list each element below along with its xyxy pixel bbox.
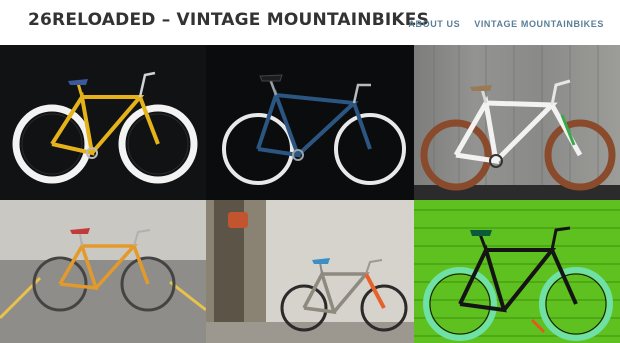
bike-gallery <box>0 45 620 343</box>
gallery-tile-white-bike[interactable] <box>414 45 620 200</box>
blue-bike-image <box>222 74 406 185</box>
gallery-tile-grey-bike[interactable] <box>206 200 414 343</box>
nav-vintage-mountainbikes[interactable]: VINTAGE MOUNTAINBIKES <box>474 19 604 29</box>
gallery-tile-black-bike[interactable] <box>414 200 620 343</box>
nav-about-us[interactable]: ABOUT US <box>408 19 460 29</box>
yellow-bike-image <box>12 71 198 184</box>
black-bike-image <box>414 209 620 341</box>
site-title[interactable]: 26RELOADED – VINTAGE MOUNTAINBIKES <box>28 10 429 30</box>
white-bike-image <box>414 45 620 200</box>
gallery-tile-blue-bike[interactable] <box>206 45 414 200</box>
grey-bike-image <box>206 200 414 343</box>
main-nav: ABOUT US VINTAGE MOUNTAINBIKES <box>408 19 604 29</box>
gallery-tile-orange-bike[interactable] <box>0 200 206 343</box>
gallery-tile-yellow-bike[interactable] <box>0 45 206 200</box>
site-header: 26RELOADED – VINTAGE MOUNTAINBIKES ABOUT… <box>0 0 620 45</box>
orange-bike-image <box>0 200 206 343</box>
